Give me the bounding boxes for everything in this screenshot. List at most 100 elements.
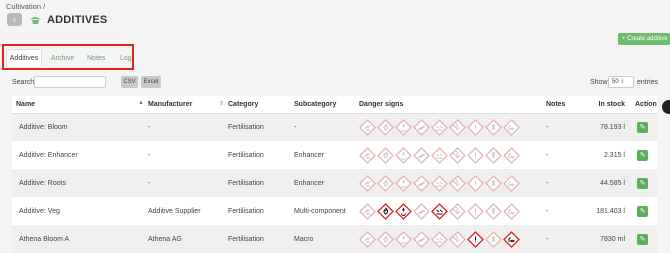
oxidizer-icon [395, 118, 412, 136]
table-row: Additive: Veg Additive Supplier Fertilisat… [12, 197, 657, 225]
table-row: Additive: Enhancer - Fertilisation Enhancer… [12, 141, 657, 169]
breadcrumb[interactable]: Cultivation / [6, 2, 45, 11]
additives-table: Name ▲ Manufacturer ⇕ Category Subcategory… [12, 96, 657, 253]
flame-icon [377, 202, 394, 220]
corrosive-icon [431, 118, 448, 136]
exclamation-icon [467, 174, 484, 192]
page-title: ADDITIVES [47, 14, 108, 26]
edit-icon: ✎ [639, 179, 646, 187]
table-row: Additive: Roots - Fertilisation Enhancer -44… [12, 169, 657, 197]
table-row: Athena Bloom A Athena AG Fertilisation Macr… [12, 225, 657, 253]
tab-additives[interactable]: Additives [6, 49, 42, 67]
oxidizer-icon [395, 202, 412, 220]
edit-button[interactable]: ✎ [637, 205, 648, 217]
explosive-icon [359, 230, 376, 248]
show-label: Show [590, 79, 608, 86]
help-bubble[interactable] [662, 100, 670, 114]
exclamation-icon [467, 202, 484, 220]
create-additive-button[interactable]: + Create additive [618, 33, 670, 45]
cell-category: Fertilisation [228, 169, 294, 197]
cell-subcategory: Macro [294, 225, 359, 253]
cell-manufacturer: - [148, 113, 228, 141]
environment-icon [503, 230, 520, 248]
cell-manufacturer: - [148, 169, 228, 197]
cell-name: Athena Bloom A [12, 225, 148, 253]
entries-label: entries [637, 79, 659, 86]
col-danger-signs: Danger signs [359, 96, 546, 114]
back-button[interactable]: ‹ [7, 13, 22, 26]
search-label: Search [12, 79, 35, 86]
edit-button[interactable]: ✎ [637, 121, 648, 133]
edit-icon: ✎ [639, 151, 646, 159]
cell-subcategory: Enhancer [294, 169, 359, 197]
cell-notes: - [546, 169, 582, 197]
cell-action: ✎ [628, 141, 657, 169]
exclamation-icon [467, 230, 484, 248]
oxidizer-icon [395, 174, 412, 192]
sort-icon: ⇕ [218, 101, 224, 107]
edit-icon: ✎ [639, 235, 646, 243]
cell-name: Additive: Enhancer [12, 141, 148, 169]
edit-button[interactable]: ✎ [637, 233, 648, 245]
csv-button[interactable]: CSV [121, 76, 138, 88]
oxidizer-icon [395, 146, 412, 164]
tab-log[interactable]: Log [120, 55, 132, 62]
cell-name: Additive: Roots [12, 169, 148, 197]
corrosive-icon [431, 174, 448, 192]
cell-in-stock: 181.403 l [582, 197, 628, 225]
entries-select[interactable]: 50 ⇕ [608, 76, 634, 88]
tab-notes[interactable]: Notes [87, 55, 105, 62]
flame-icon [377, 230, 394, 248]
edit-icon: ✎ [639, 207, 646, 215]
col-notes: Notes [546, 96, 582, 114]
corrosive-icon [431, 146, 448, 164]
gas-cylinder-icon [413, 202, 430, 220]
table-row: Additive: Bloom - Fertilisation - -78.193 l ✎ [12, 113, 657, 141]
edit-button[interactable]: ✎ [637, 149, 648, 161]
chevron-left-icon: ‹ [13, 14, 16, 24]
cell-subcategory: Enhancer [294, 141, 359, 169]
flame-icon [377, 174, 394, 192]
cell-in-stock: 78.193 l [582, 113, 628, 141]
health-hazard-icon [485, 230, 502, 248]
cell-manufacturer: Athena AG [148, 225, 228, 253]
cell-notes: - [546, 197, 582, 225]
cell-category: Fertilisation [228, 225, 294, 253]
edit-button[interactable]: ✎ [637, 177, 648, 189]
cell-notes: - [546, 225, 582, 253]
skull-icon [449, 174, 466, 192]
environment-icon [503, 146, 520, 164]
health-hazard-icon [485, 146, 502, 164]
col-name[interactable]: Name ▲ [12, 96, 148, 114]
corrosive-icon [431, 202, 448, 220]
gas-cylinder-icon [413, 230, 430, 248]
search-input[interactable] [34, 76, 106, 88]
cell-category: Fertilisation [228, 197, 294, 225]
cell-subcategory: - [294, 113, 359, 141]
excel-button[interactable]: Excel [141, 76, 161, 88]
cell-subcategory: Multi-component [294, 197, 359, 225]
tab-bar: Additives Archive Notes Log [2, 44, 134, 70]
gas-cylinder-icon [413, 118, 430, 136]
col-manufacturer[interactable]: Manufacturer ⇕ [148, 96, 228, 114]
gas-cylinder-icon [413, 146, 430, 164]
cell-notes: - [546, 141, 582, 169]
flame-icon [377, 118, 394, 136]
cell-category: Fertilisation [228, 113, 294, 141]
environment-icon [503, 202, 520, 220]
cell-in-stock: 2.315 l [582, 141, 628, 169]
col-in-stock: In stock [582, 96, 628, 114]
cell-notes: - [546, 113, 582, 141]
cell-action: ✎ [628, 113, 657, 141]
tab-archive[interactable]: Archive [51, 55, 74, 62]
cell-action: ✎ [628, 197, 657, 225]
col-category: Category [228, 96, 294, 114]
cell-danger-signs [359, 225, 546, 253]
cell-action: ✎ [628, 225, 657, 253]
skull-icon [449, 146, 466, 164]
col-action: Action [628, 96, 657, 114]
col-subcategory: Subcategory [294, 96, 359, 114]
edit-icon: ✎ [639, 123, 646, 131]
explosive-icon [359, 202, 376, 220]
sort-up-icon: ▲ [138, 100, 144, 106]
